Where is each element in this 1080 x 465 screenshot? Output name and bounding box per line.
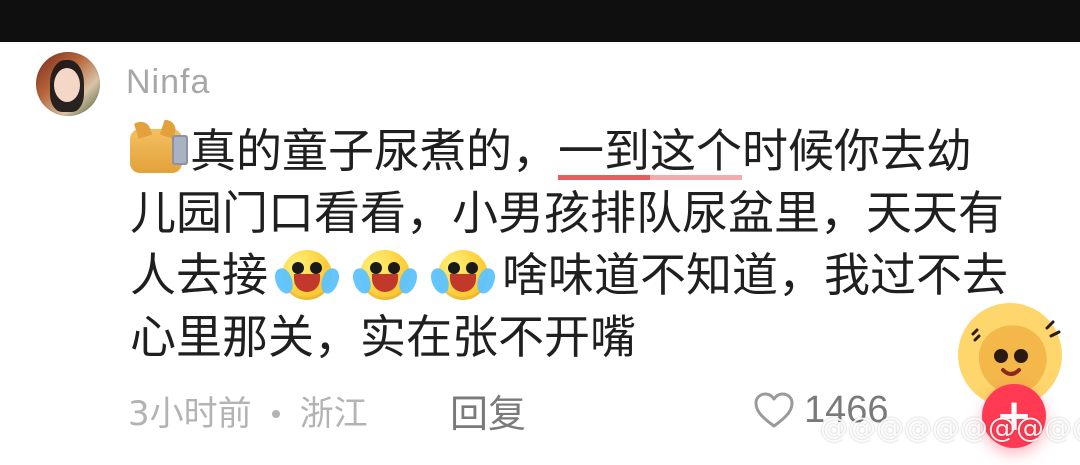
laugh-cry-emoji-icon: [428, 246, 498, 304]
comment-line-4-text: 心里那关，实在张不开嘴: [130, 310, 636, 364]
emoji-eye-right: [388, 262, 400, 274]
separator-dot: [271, 410, 280, 418]
emoji-eye-right: [310, 262, 322, 274]
comment-line-1: 真的童子尿煮的， 一到 这个 时候你去幼: [130, 119, 990, 182]
emoji-eye-left: [292, 262, 304, 274]
plus-icon[interactable]: +: [996, 394, 1033, 438]
heart-icon[interactable]: [752, 390, 796, 430]
comment-line-2: 儿园门口看看，小男孩排队尿盆里，天天有: [130, 182, 1004, 244]
cat-emoji-icon: [130, 119, 188, 173]
comment-line-3-before: 人去接: [130, 248, 268, 302]
username[interactable]: Ninfa: [126, 62, 210, 102]
comment-line-2-text: 儿园门口看看，小男孩排队尿盆里，天天有: [130, 186, 1004, 240]
card-icon: [172, 135, 188, 165]
laugh-cry-emoji-icon: [272, 246, 342, 304]
top-black-bar: [0, 0, 1080, 42]
like-count: 1466: [804, 389, 889, 431]
comment-line-3-after: 啥味道不知道，我过不去: [502, 248, 1008, 302]
laugh-cry-emoji-icon: [350, 246, 420, 304]
comment-meta: 3小时前 浙江: [128, 392, 368, 436]
comment-line-1-prefix: 真的童子尿煮的，: [190, 124, 558, 178]
comment-text: 真的童子尿煮的， 一到 这个 时候你去幼 儿园门口看看，小男孩排队尿盆里，天天有…: [130, 119, 1008, 368]
add-button[interactable]: +: [982, 384, 1046, 448]
emoji-eye-right: [466, 262, 478, 274]
emoji-eye-left: [370, 262, 382, 274]
avatar-face: [54, 68, 80, 102]
comment-line-4: 心里那关，实在张不开嘴: [130, 306, 990, 368]
comment-line-3: 人去接 啥味道不知道，我过不去: [130, 244, 1008, 306]
reply-button[interactable]: 回复: [450, 392, 526, 436]
like-button[interactable]: 1466: [752, 388, 889, 432]
comment-time: 3小时前: [128, 394, 252, 434]
highlight-yidao: 一到: [558, 120, 650, 182]
comment-location: 浙江: [299, 394, 368, 434]
comment-line-1-suffix: 时候你去幼: [742, 124, 972, 178]
cat-ear-left: [133, 119, 153, 139]
emoji-eye-left: [448, 262, 460, 274]
highlight-zhege: 这个: [650, 120, 742, 182]
user-avatar-icon[interactable]: [36, 52, 100, 116]
